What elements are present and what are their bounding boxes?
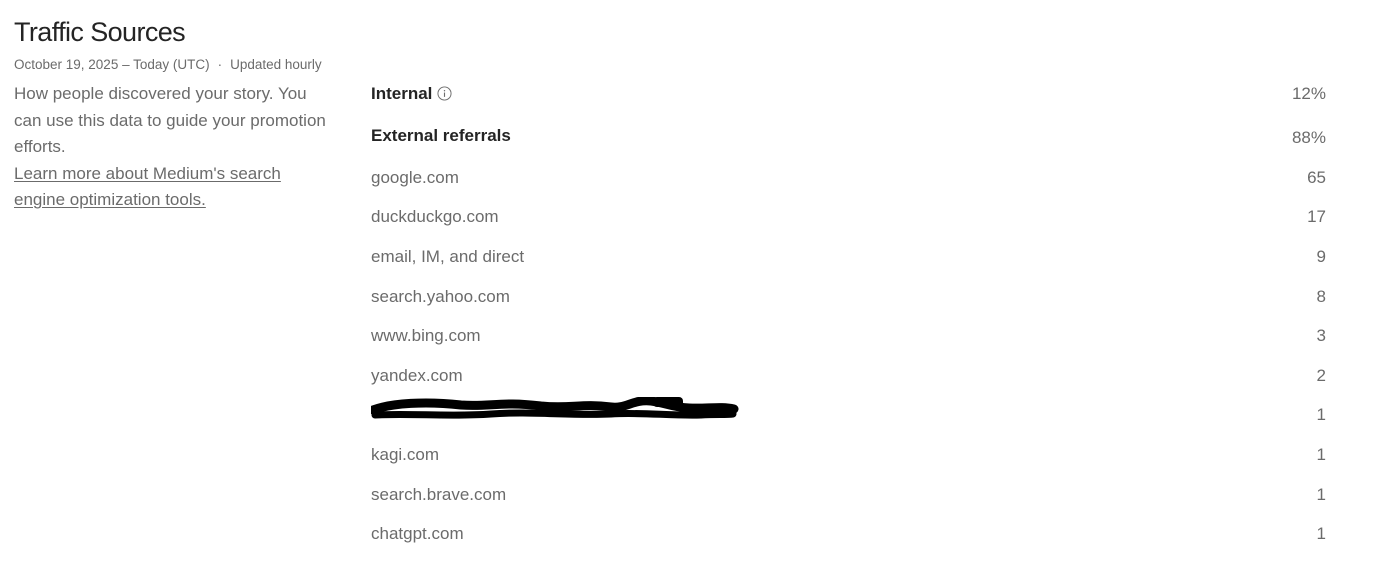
traffic-sources-table: Internal 12% External referrals 88% goog…	[371, 0, 1326, 580]
referrer-value: 9	[1316, 247, 1326, 266]
date-range: October 19, 2025 – Today (UTC)	[14, 57, 210, 72]
update-frequency: Updated hourly	[230, 57, 322, 72]
description-text: How people discovered your story. You ca…	[14, 84, 326, 156]
referrer-label: duckduckgo.com	[371, 207, 499, 226]
table-row: yandex.com 2	[371, 364, 1326, 388]
table-row: google.com 65	[371, 166, 1326, 190]
referrer-value: 2	[1316, 366, 1326, 385]
row-external-referrals: External referrals 88%	[371, 124, 1326, 148]
row-label-internal: Internal	[371, 82, 452, 106]
table-row: search.yahoo.com 8	[371, 285, 1326, 309]
referrer-value: 1	[1316, 485, 1326, 504]
date-meta: October 19, 2025 – Today (UTC) · Updated h…	[14, 56, 322, 74]
referrer-label: kagi.com	[371, 445, 440, 464]
info-icon[interactable]	[437, 86, 452, 101]
table-row: chatgpt.com 1	[371, 522, 1326, 546]
referrer-label: chatgpt.com	[371, 524, 464, 543]
row-label-external: External referrals	[371, 126, 511, 145]
referrer-label: search.yahoo.com	[371, 287, 510, 306]
referrer-value: 65	[1307, 168, 1326, 187]
table-row-redacted: 1	[371, 397, 1326, 427]
table-row: search.brave.com 1	[371, 483, 1326, 507]
referrer-value: 1	[1316, 524, 1326, 543]
referrer-value: 1	[1316, 445, 1326, 464]
table-row: www.bing.com 3	[371, 324, 1326, 348]
referrer-label: search.brave.com	[371, 485, 507, 504]
row-value-internal: 12%	[1291, 84, 1326, 103]
row-internal: Internal 12%	[371, 82, 1326, 106]
referrer-label: google.com	[371, 168, 459, 187]
seo-learn-more-link[interactable]: Learn more about Medium's search engine …	[14, 161, 329, 214]
table-row: email, IM, and direct 9	[371, 245, 1326, 269]
referrer-label: email, IM, and direct	[371, 247, 525, 266]
referrer-value: 3	[1316, 326, 1326, 345]
referrer-value: 17	[1307, 207, 1326, 226]
referrer-label: yandex.com	[371, 366, 463, 385]
meta-separator: ·	[217, 57, 223, 72]
referrer-value: 1	[1316, 405, 1326, 424]
table-row: duckduckgo.com 17	[371, 205, 1326, 229]
section-description: How people discovered your story. You ca…	[14, 81, 329, 214]
row-value-external: 88%	[1291, 128, 1326, 147]
referrer-label: www.bing.com	[371, 326, 481, 345]
page-title: Traffic Sources	[14, 17, 186, 47]
referrer-value: 8	[1316, 287, 1326, 306]
table-row: kagi.com 1	[371, 443, 1326, 467]
redaction-scribble	[371, 397, 739, 419]
